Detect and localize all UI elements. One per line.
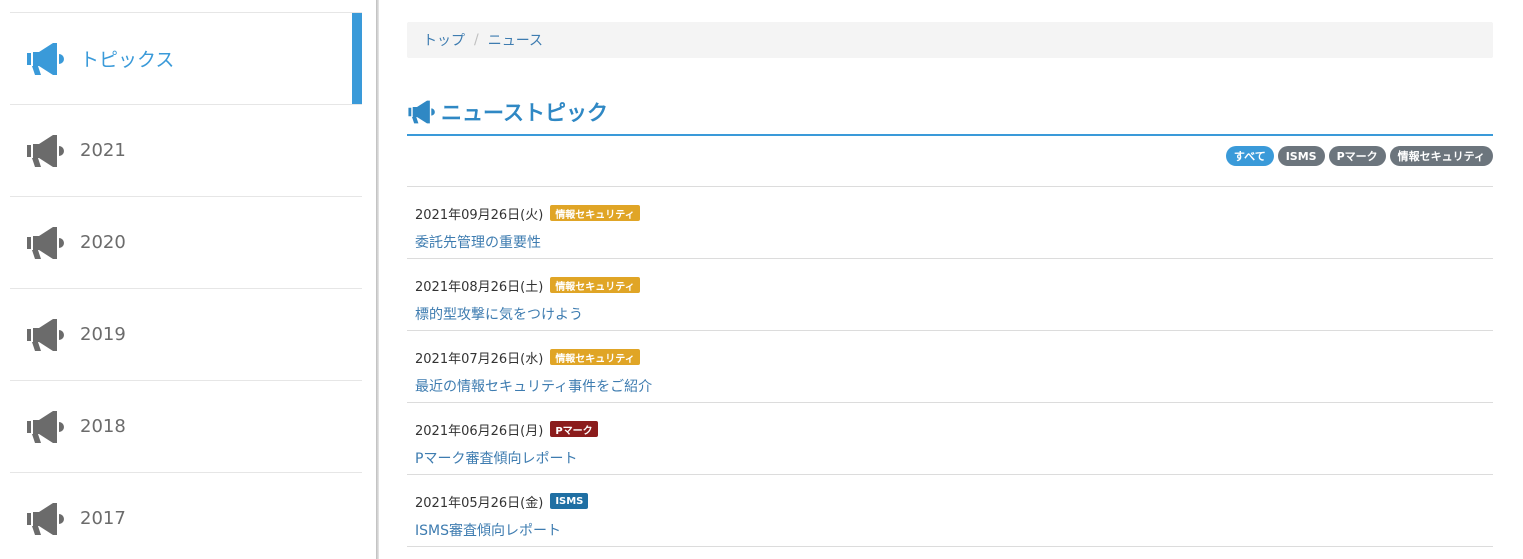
news-meta: 2021年05月26日(金) ISMS <box>415 492 1493 511</box>
sidebar-item-label: 2018 <box>80 416 126 437</box>
news-title-link[interactable]: Pマーク審査傾向レポート <box>415 448 577 468</box>
news-title-link[interactable]: ISMS審査傾向レポート <box>415 520 561 540</box>
breadcrumb: トップ / ニュース <box>407 22 1493 58</box>
category-badge: Pマーク <box>550 421 598 437</box>
sidebar-item-label: 2020 <box>80 232 126 253</box>
active-indicator <box>352 13 362 105</box>
news-meta: 2021年06月26日(月) Pマーク <box>415 420 1493 439</box>
sidebar-item-label: 2017 <box>80 508 126 529</box>
sidebar: トピックス 2021 2020 2019 2018 2017 <box>0 0 376 559</box>
news-date: 2021年09月26日(火) <box>415 207 544 223</box>
sidebar-item-2020[interactable]: 2020 <box>10 196 362 288</box>
news-title-link[interactable]: 標的型攻撃に気をつけよう <box>415 304 583 324</box>
news-list: 2021年09月26日(火) 情報セキュリティ 委託先管理の重要性 2021年0… <box>407 186 1493 547</box>
news-item: 2021年08月26日(土) 情報セキュリティ 標的型攻撃に気をつけよう <box>407 259 1493 331</box>
filter-security-button[interactable]: 情報セキュリティ <box>1389 146 1493 166</box>
sidebar-item-label: トピックス <box>80 49 175 71</box>
page-title: ニューストピック <box>441 101 608 125</box>
sidebar-item-2019[interactable]: 2019 <box>10 288 362 380</box>
breadcrumb-current: ニュース <box>487 33 544 49</box>
sidebar-item-2021[interactable]: 2021 <box>10 104 362 196</box>
category-filters: すべて ISMS Pマーク 情報セキュリティ <box>1225 146 1493 166</box>
category-badge: ISMS <box>550 493 589 509</box>
sidebar-item-label: 2019 <box>80 324 126 345</box>
sidebar-item-topics[interactable]: トピックス <box>10 12 362 105</box>
breadcrumb-separator: / <box>474 32 479 48</box>
megaphone-icon <box>25 225 67 261</box>
news-title-link[interactable]: 最近の情報セキュリティ事件をご紹介 <box>415 376 652 396</box>
category-badge: 情報セキュリティ <box>550 349 640 365</box>
sidebar-item-2018[interactable]: 2018 <box>10 380 362 472</box>
sidebar-item-2017[interactable]: 2017 <box>10 472 362 559</box>
breadcrumb-home-link[interactable]: トップ <box>423 30 465 50</box>
news-date: 2021年07月26日(水) <box>415 351 544 367</box>
filter-isms-button[interactable]: ISMS <box>1277 146 1325 166</box>
news-item: 2021年09月26日(火) 情報セキュリティ 委託先管理の重要性 <box>407 187 1493 259</box>
megaphone-icon <box>25 133 67 169</box>
news-meta: 2021年07月26日(水) 情報セキュリティ <box>415 348 1493 367</box>
category-badge: 情報セキュリティ <box>550 277 640 293</box>
megaphone-icon <box>25 317 67 353</box>
news-item: 2021年06月26日(月) Pマーク Pマーク審査傾向レポート <box>407 403 1493 475</box>
news-title-link[interactable]: 委託先管理の重要性 <box>415 232 541 252</box>
news-date: 2021年06月26日(月) <box>415 423 544 439</box>
filter-pmark-button[interactable]: Pマーク <box>1328 146 1386 166</box>
sidebar-item-label: 2021 <box>80 140 126 161</box>
news-meta: 2021年09月26日(火) 情報セキュリティ <box>415 204 1493 223</box>
megaphone-icon <box>25 501 67 537</box>
sidebar-list: トピックス 2021 2020 2019 2018 2017 <box>10 12 362 559</box>
category-badge: 情報セキュリティ <box>550 205 640 221</box>
news-item: 2021年05月26日(金) ISMS ISMS審査傾向レポート <box>407 475 1493 547</box>
news-item: 2021年07月26日(水) 情報セキュリティ 最近の情報セキュリティ事件をご紹… <box>407 331 1493 403</box>
filter-all-button[interactable]: すべて <box>1225 146 1274 166</box>
news-date: 2021年08月26日(土) <box>415 279 544 295</box>
megaphone-icon <box>407 99 437 125</box>
news-meta: 2021年08月26日(土) 情報セキュリティ <box>415 276 1493 295</box>
megaphone-icon <box>25 409 67 445</box>
megaphone-icon <box>25 41 67 77</box>
sidebar-divider <box>376 0 379 559</box>
page: トピックス 2021 2020 2019 2018 2017 トップ / ニュー… <box>0 0 1523 559</box>
section-heading: ニューストピック <box>407 90 1493 136</box>
news-date: 2021年05月26日(金) <box>415 495 544 511</box>
